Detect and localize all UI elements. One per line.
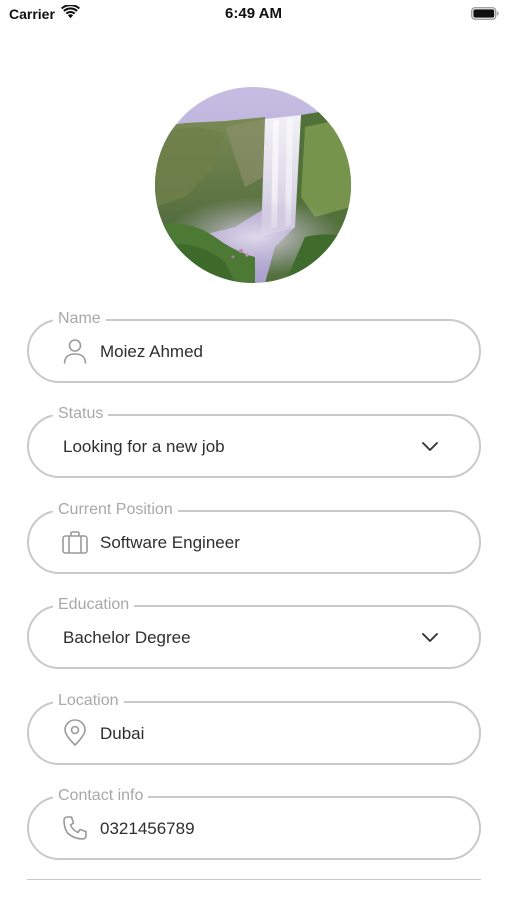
- education-dropdown[interactable]: Education Bachelor Degree: [27, 595, 481, 669]
- battery-icon: [471, 7, 499, 20]
- status-dropdown[interactable]: Status Looking for a new job: [27, 404, 481, 478]
- name-value: Moiez Ahmed: [100, 342, 203, 361]
- status-field-label: Status: [53, 404, 109, 424]
- location-pin-icon: [64, 719, 86, 746]
- location-field[interactable]: Location Dubai: [27, 691, 481, 765]
- profile-avatar[interactable]: [155, 87, 351, 283]
- contact-info-field[interactable]: Contact info 0321456789: [27, 786, 481, 860]
- person-icon: [63, 339, 87, 364]
- current-position-value: Software Engineer: [100, 533, 240, 552]
- chevron-down-icon[interactable]: [421, 630, 439, 644]
- location-value: Dubai: [100, 724, 145, 743]
- education-value: Bachelor Degree: [63, 628, 191, 647]
- briefcase-icon: [62, 531, 88, 554]
- bottom-divider: [27, 879, 481, 880]
- chevron-down-icon[interactable]: [421, 439, 439, 453]
- clock: 6:49 AM: [225, 5, 282, 22]
- location-field-label: Location: [53, 691, 124, 711]
- name-field[interactable]: Name Moiez Ahmed: [27, 309, 481, 383]
- current-position-field[interactable]: Current Position Software Engineer: [27, 500, 481, 574]
- status-bar: Carrier 6:49 AM: [0, 0, 507, 30]
- contact-info-field-label: Contact info: [53, 786, 149, 806]
- education-field-label: Education: [53, 595, 135, 615]
- name-field-label: Name: [53, 309, 106, 329]
- contact-info-value: 0321456789: [100, 819, 195, 838]
- waterfall-photo: [155, 87, 351, 283]
- status-value: Looking for a new job: [63, 437, 225, 456]
- current-position-field-label: Current Position: [53, 500, 178, 520]
- phone-icon: [63, 816, 87, 840]
